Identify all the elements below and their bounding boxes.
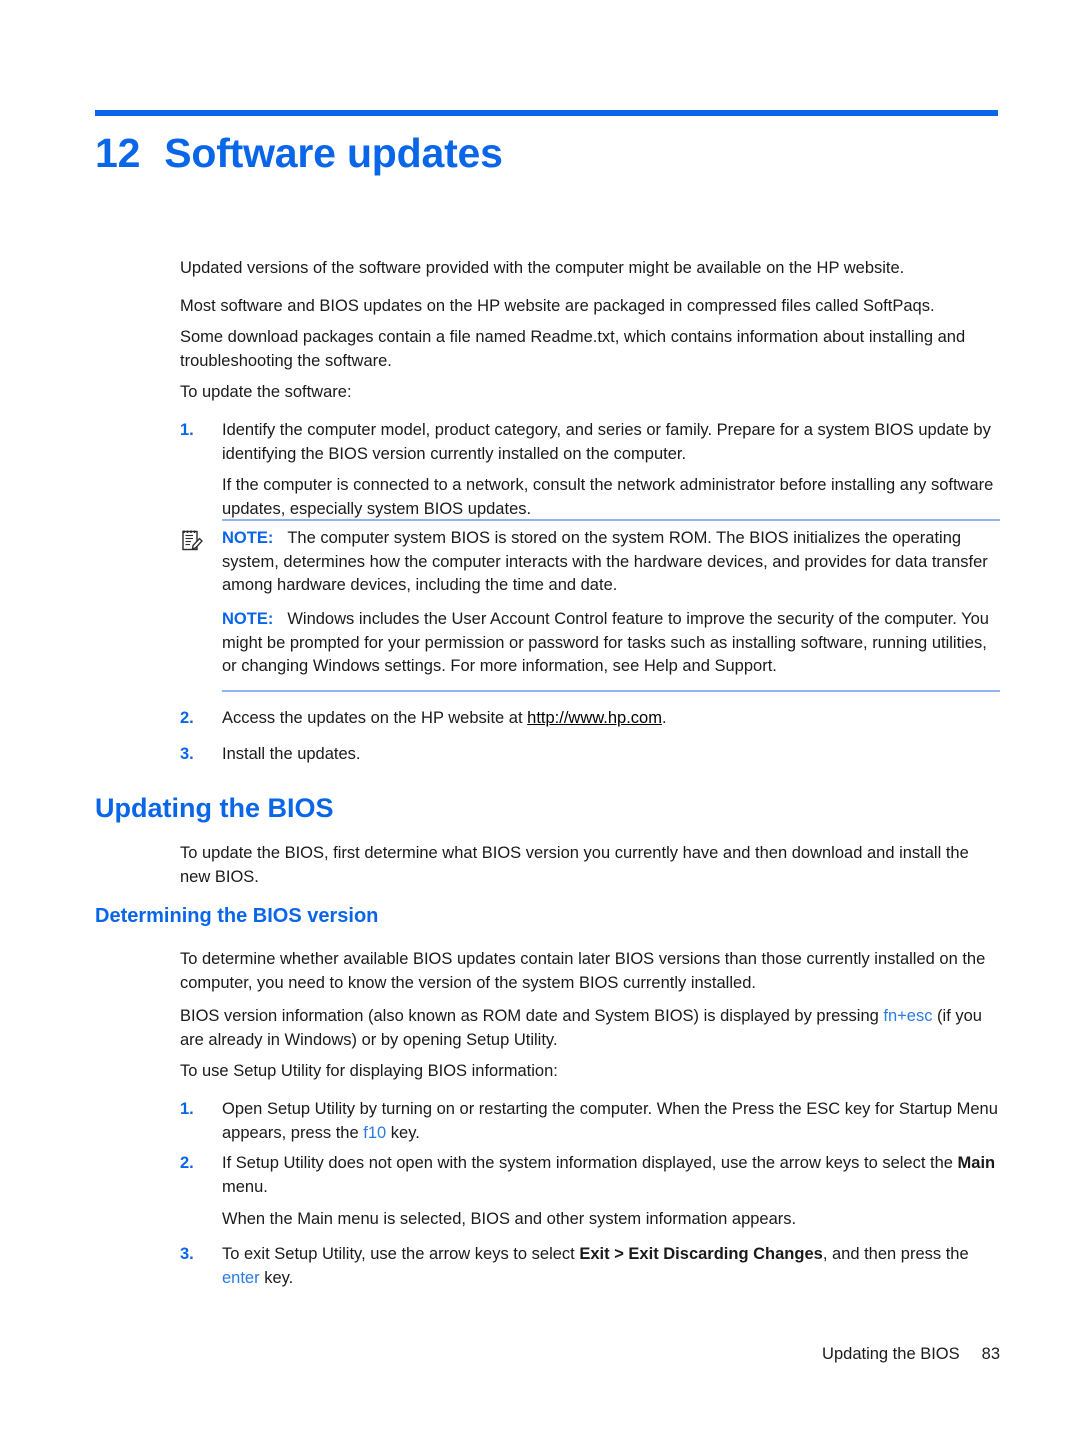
intro-paragraph-2: Most software and BIOS updates on the HP… <box>180 297 935 315</box>
list-item-text: Install the updates. <box>222 745 361 763</box>
su-step1-part1: Open Setup Utility by turning on or rest… <box>222 1100 998 1142</box>
menu-exit-discarding-changes-label: Exit > Exit Discarding Changes <box>579 1245 823 1263</box>
list-item-text: If Setup Utility does not open with the … <box>222 1152 1000 1199</box>
list-marker: 3. <box>180 1245 194 1263</box>
menu-main-label: Main <box>957 1154 996 1172</box>
list-item: 3. Install the updates. <box>180 743 1000 767</box>
list-item-text: Open Setup Utility by turning on or rest… <box>222 1098 1000 1145</box>
su-step3-part2: , and then press the <box>822 1245 969 1263</box>
note-text: Windows includes the User Account Contro… <box>222 610 989 675</box>
footer-section-label: Updating the BIOS <box>822 1345 960 1363</box>
key-enter: enter <box>222 1268 260 1287</box>
key-fn: fn <box>883 1007 898 1025</box>
list-item-text: To exit Setup Utility, use the arrow key… <box>222 1243 1000 1290</box>
su-step3-part3: key. <box>259 1268 294 1287</box>
determining-version-paragraph-1: To determine whether available BIOS upda… <box>180 950 986 992</box>
update-software-lead-in: To update the software: <box>180 383 352 401</box>
note-label: NOTE: <box>222 610 274 628</box>
heading-determining-bios-version: Determining the BIOS version <box>95 905 379 927</box>
p2-part1: BIOS version information (also known as … <box>180 1007 884 1025</box>
chapter-title-text: Software updates <box>164 130 503 176</box>
step1-followup-text: If the computer is connected to a networ… <box>222 476 994 518</box>
note-text: The computer system BIOS is stored on th… <box>222 529 988 594</box>
intro-paragraph-3: Some download packages contain a file na… <box>180 328 966 370</box>
su-step2-part1: If Setup Utility does not open with the … <box>222 1154 958 1172</box>
note-body: NOTE: Windows includes the User Account C… <box>222 600 1000 687</box>
list-marker: 2. <box>180 1154 194 1172</box>
list-item-text: Identify the computer model, product cat… <box>222 421 991 463</box>
list-marker: 3. <box>180 745 194 763</box>
document-page: 12 Software updates Updated versions of t… <box>0 0 1080 1437</box>
list-item: 2. If Setup Utility does not open with t… <box>180 1152 1000 1199</box>
chapter-number: 12 <box>95 130 141 176</box>
note-body: NOTE: The computer system BIOS is stored … <box>222 519 1000 606</box>
step2-followup-text: When the Main menu is selected, BIOS and… <box>222 1210 797 1228</box>
key-f10: f10 <box>363 1123 387 1142</box>
key-plus-esc: +esc <box>897 1007 933 1025</box>
list-item: 1. Open Setup Utility by turning on or r… <box>180 1098 1000 1145</box>
step2-text-after-link: . <box>661 709 667 727</box>
note-rule-bottom <box>222 690 1000 692</box>
determining-version-paragraph-2: BIOS version information (also known as … <box>180 1005 1000 1052</box>
note-rule-top <box>222 519 1000 521</box>
list-item: 1. Identify the computer model, product … <box>180 419 1000 466</box>
setup-utility-lead-in: To use Setup Utility for displaying BIOS… <box>180 1062 558 1080</box>
note-memo-icon <box>180 529 204 553</box>
heading-updating-the-bios: Updating the BIOS <box>95 793 334 823</box>
list-item-text: Access the updates on the HP website at … <box>222 707 1000 731</box>
step2-text-before-link: Access the updates on the HP website at <box>222 709 528 727</box>
list-item: 3. To exit Setup Utility, use the arrow … <box>180 1243 1000 1290</box>
su-step2-part2: menu. <box>222 1177 268 1196</box>
intro-paragraph-1: Updated versions of the software provide… <box>180 259 905 277</box>
page-footer: Updating the BIOS 83 <box>0 1345 1000 1364</box>
chapter-title: 12 Software updates <box>95 130 503 177</box>
su-step1-part2: key. <box>386 1123 420 1142</box>
chapter-rule <box>95 110 998 116</box>
footer-page-number: 83 <box>981 1345 1000 1363</box>
list-marker: 1. <box>180 421 194 439</box>
note-block-bios-rom: NOTE: The computer system BIOS is stored … <box>180 519 1000 594</box>
updating-bios-intro: To update the BIOS, first determine what… <box>180 844 969 886</box>
list-marker: 2. <box>180 709 194 727</box>
note-block-uac: NOTE: Windows includes the User Account C… <box>180 600 1000 692</box>
list-marker: 1. <box>180 1100 194 1118</box>
hp-website-link[interactable]: http://www.hp.com <box>527 709 662 727</box>
list-item: 2. Access the updates on the HP website … <box>180 707 1000 731</box>
note-label: NOTE: <box>222 529 274 547</box>
su-step3-part1: To exit Setup Utility, use the arrow key… <box>222 1245 580 1263</box>
